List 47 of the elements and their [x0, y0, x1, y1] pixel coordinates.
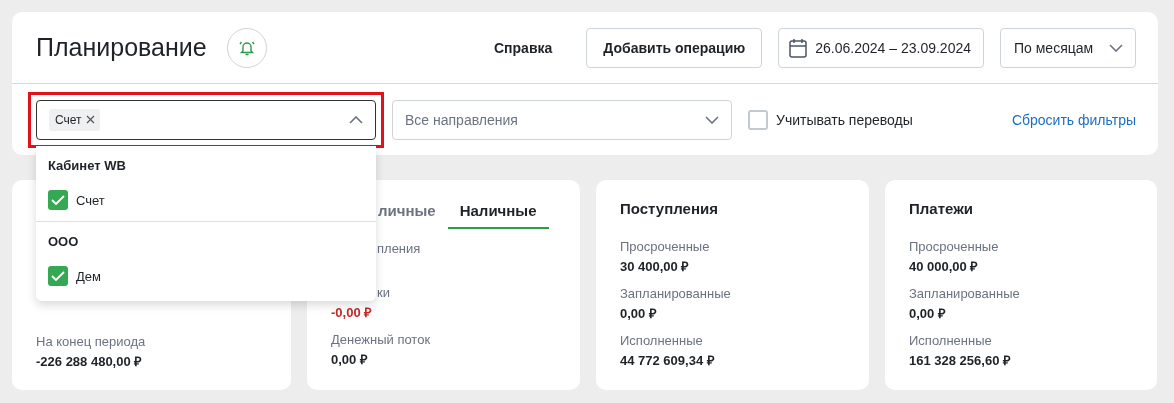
- metric-label: Исполненные: [620, 333, 704, 348]
- group-title: Кабинет WB: [47, 157, 127, 175]
- transfers-checkbox[interactable]: [748, 109, 768, 130]
- checkmark-icon: [51, 195, 65, 205]
- account-select[interactable]: Счет: [36, 99, 376, 140]
- group-title: ООО: [47, 233, 80, 251]
- option-label[interactable]: Дем: [76, 268, 101, 284]
- metric-label: Просроченные: [909, 239, 1000, 254]
- transfers-label: Учитывать переводы: [776, 111, 913, 128]
- card-title: Платежи: [909, 200, 974, 217]
- period-select[interactable]: По месяцам: [1000, 27, 1136, 68]
- checkmark-icon: [51, 271, 65, 281]
- metric-label: Исполненные: [909, 333, 993, 348]
- metric-value: 44 772 609,34 ₽: [620, 352, 716, 369]
- close-icon[interactable]: [85, 115, 95, 124]
- metric-label: ки: [377, 285, 391, 300]
- option-checkbox[interactable]: [48, 266, 68, 286]
- metric-value: 40 000,00 ₽: [909, 258, 980, 275]
- chevron-icon: [349, 115, 363, 124]
- chevron-icon: [1109, 43, 1123, 52]
- help-button[interactable]: Справка: [484, 39, 563, 56]
- metric-value: 161 328 256,60 ₽: [909, 352, 1012, 369]
- metric-label: Просроченные: [620, 239, 711, 254]
- card-tab[interactable]: Наличные: [447, 200, 549, 229]
- add-operation-button[interactable]: Добавить операцию: [586, 27, 763, 68]
- card-tab[interactable]: личные: [331, 200, 448, 229]
- account-tag: Счет: [49, 108, 100, 131]
- option-checkbox[interactable]: [48, 190, 68, 210]
- metric-value: 0,00 ₽: [620, 305, 658, 322]
- metric-label: Запланированные: [909, 286, 1021, 301]
- reset-filters-link[interactable]: Сбросить фильтры: [1011, 111, 1136, 128]
- metric-label: Денежный поток: [331, 332, 432, 347]
- option-label[interactable]: Счет: [76, 192, 105, 208]
- metric-label: Запланированные: [620, 286, 732, 301]
- metric-label: На конец периода: [36, 334, 147, 349]
- calendar-icon: [789, 37, 808, 58]
- metric-label: пления: [377, 241, 422, 256]
- chevron-icon: [705, 115, 719, 124]
- metric-value: 0,00 ₽: [909, 305, 947, 322]
- metric-value: 0,00 ₽: [331, 351, 369, 368]
- metric-value: -226 288 480,00 ₽: [36, 353, 144, 370]
- metric-value: -0,00 ₽: [331, 304, 374, 321]
- date-range-picker[interactable]: 26.06.2024 – 23.09.2024: [778, 27, 984, 68]
- card-title: Поступления: [620, 200, 719, 217]
- page-title: Планирование: [36, 33, 207, 62]
- metric-value: 30 400,00 ₽: [620, 258, 691, 275]
- direction-select[interactable]: Все направления: [392, 99, 732, 140]
